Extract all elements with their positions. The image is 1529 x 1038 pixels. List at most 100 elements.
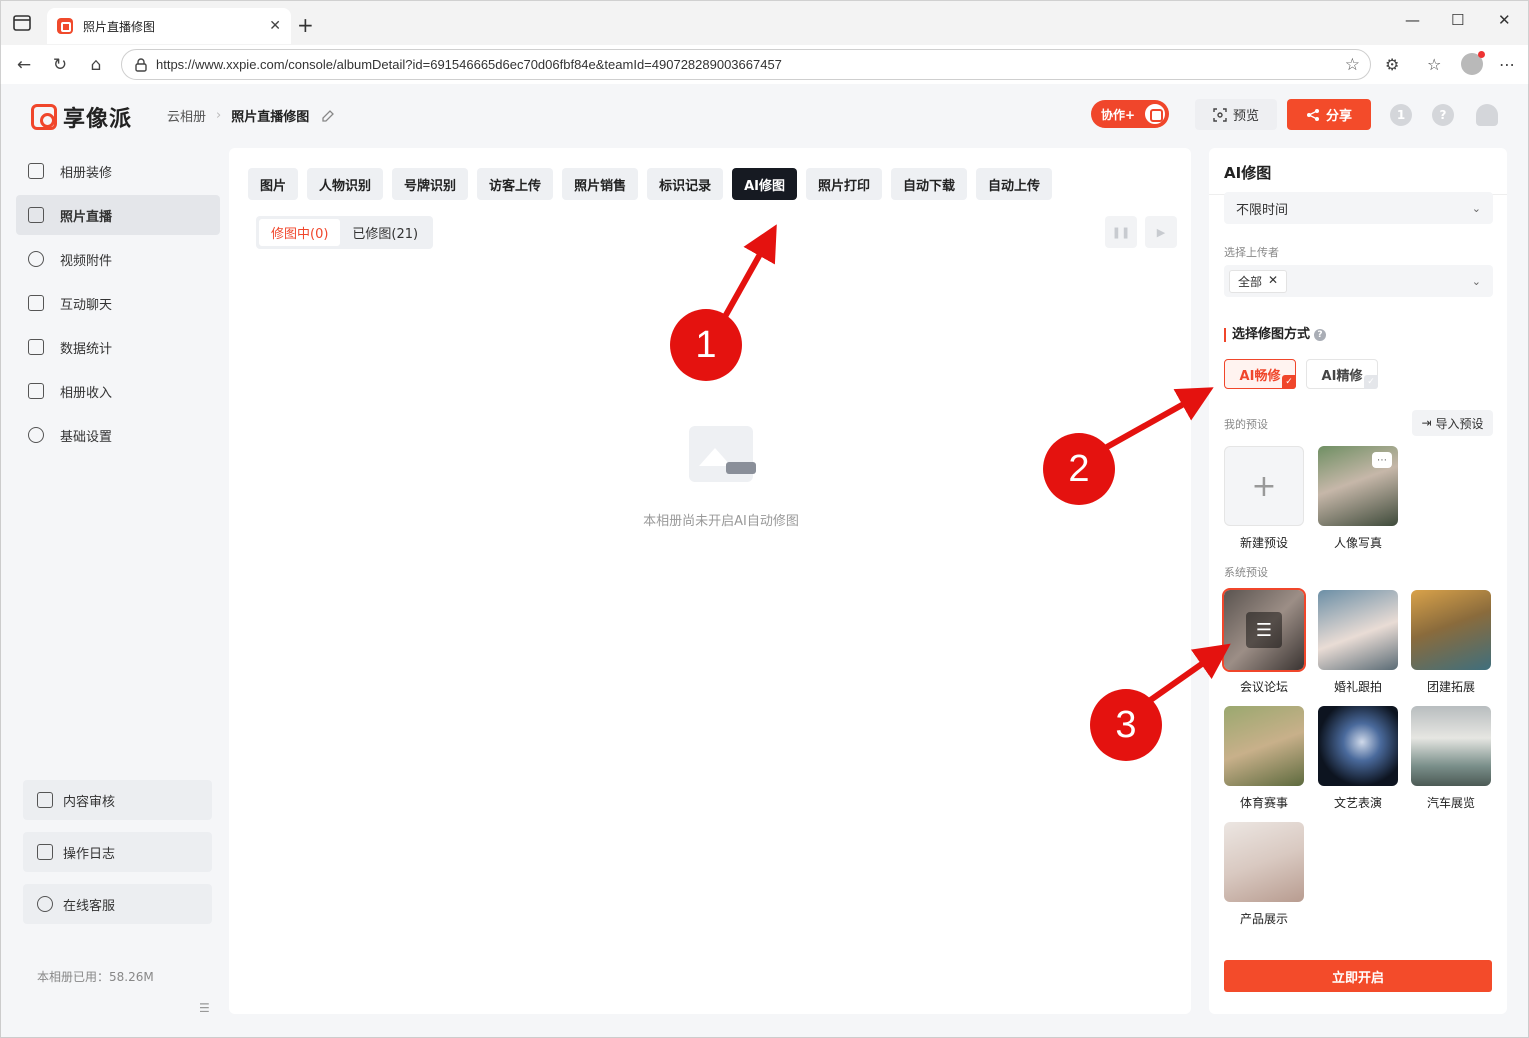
preview-button[interactable]: 预览 [1195, 99, 1277, 130]
collab-button[interactable]: 协作+ [1091, 100, 1169, 128]
mode-ai-fine-button[interactable]: AI精修 ✓ [1306, 359, 1378, 389]
notification-bell-icon[interactable] [1476, 104, 1498, 126]
app-root: 享像派 云相册 › 照片直播修图 协作+ 预览 分享 1 ? 相册装修 照片直播… [0, 84, 1529, 1038]
tab-photo-sales[interactable]: 照片销售 [562, 168, 639, 200]
retouch-mode-label: 选择修图方式 [1232, 327, 1311, 342]
tab-mark-records[interactable]: 标识记录 [647, 168, 724, 200]
adjust-sliders-icon[interactable]: ☰ [1246, 612, 1282, 648]
preset-name: 汽车展览 [1426, 796, 1475, 810]
chevron-down-icon: ⌄ [1471, 201, 1481, 215]
browser-chrome: 照片直播修图 ✕ + — ☐ ✕ ← ↻ ⌂ https://www.xxpie… [0, 0, 1529, 85]
more-options-icon[interactable]: ⋯ [1372, 452, 1392, 468]
sidebar-item-label: 互动聊天 [60, 297, 113, 313]
sidebar-item-statistics[interactable]: 数据统计 [16, 327, 220, 367]
image-icon [28, 207, 44, 223]
time-range-select[interactable]: 不限时间 ⌄ [1224, 192, 1493, 224]
collapse-sidebar-icon[interactable]: ☰ [199, 1001, 210, 1015]
browser-tab[interactable]: 照片直播修图 ✕ [47, 8, 291, 44]
play-icon[interactable]: ▶ [1145, 216, 1177, 248]
sidebar-item-album-decoration[interactable]: 相册装修 [16, 151, 220, 191]
operation-log-button[interactable]: 操作日志 [23, 832, 212, 872]
tab-auto-upload[interactable]: 自动上传 [976, 168, 1053, 200]
tab-images[interactable]: 图片 [248, 168, 299, 200]
paperclip-icon [28, 251, 44, 267]
tab-title: 照片直播修图 [83, 19, 156, 34]
collab-label: 协作+ [1101, 107, 1136, 122]
share-button[interactable]: 分享 [1287, 99, 1371, 130]
preset-team-building[interactable]: 团建拓展 [1411, 590, 1491, 695]
preset-wedding[interactable]: 婚礼跟拍 [1318, 590, 1398, 695]
preset-new[interactable]: + 新建预设 [1224, 446, 1304, 551]
profile-avatar[interactable] [1461, 51, 1485, 75]
preset-sports[interactable]: 体育赛事 [1224, 706, 1304, 811]
edit-icon[interactable] [321, 109, 335, 123]
preset-product[interactable]: 产品展示 [1224, 822, 1304, 927]
pause-icon[interactable]: ❚❚ [1105, 216, 1137, 248]
extensions-icon[interactable]: ⚙ [1385, 55, 1399, 74]
retouch-mode-heading: 选择修图方式 ? [1224, 327, 1327, 342]
tab-photo-print[interactable]: 照片打印 [806, 168, 883, 200]
check-icon: ✓ [1364, 375, 1378, 389]
mode-ai-fast-button[interactable]: AI畅修 ✓ [1224, 359, 1296, 389]
remove-chip-icon[interactable]: ✕ [1268, 273, 1278, 290]
tab-visitor-upload[interactable]: 访客上传 [477, 168, 554, 200]
uploader-chip-label: 全部 [1238, 274, 1263, 289]
favorite-star-icon[interactable]: ☆ [1345, 55, 1360, 75]
favorites-icon[interactable]: ☆ [1427, 55, 1441, 74]
more-menu-icon[interactable]: ⋯ [1499, 55, 1515, 74]
tab-auto-download[interactable]: 自动下载 [891, 168, 968, 200]
feature-tabs: 图片 人物识别 号牌识别 访客上传 照片销售 标识记录 AI修图 照片打印 自动… [248, 168, 1053, 200]
sidebar-item-photo-live[interactable]: 照片直播 [16, 195, 220, 235]
stamp-icon [37, 792, 53, 808]
close-tab-icon[interactable]: ✕ [269, 18, 281, 34]
start-now-button[interactable]: 立即开启 [1224, 960, 1492, 992]
sidebar-item-interactive-chat[interactable]: 互动聊天 [16, 283, 220, 323]
headset-icon [37, 896, 53, 912]
tab-bib-recognition[interactable]: 号牌识别 [392, 168, 469, 200]
subtab-retouching[interactable]: 修图中(0) [259, 219, 341, 246]
preset-car-show[interactable]: 汽车展览 [1411, 706, 1491, 811]
url-field[interactable]: https://www.xxpie.com/console/albumDetai… [121, 49, 1371, 80]
preset-performance[interactable]: 文艺表演 [1318, 706, 1398, 811]
breadcrumb-root[interactable]: 云相册 [167, 106, 206, 125]
uploader-select[interactable]: 全部 ✕ ⌄ [1224, 265, 1493, 297]
preset-name: 新建预设 [1239, 536, 1288, 550]
minimize-icon[interactable]: — [1405, 11, 1420, 29]
preset-thumbnail [1411, 706, 1491, 786]
home-icon[interactable]: ⌂ [85, 54, 107, 76]
help-icon[interactable]: ? [1432, 104, 1454, 126]
tab-ai-retouch[interactable]: AI修图 [732, 168, 797, 200]
sidebar: 相册装修 照片直播 视频附件 互动聊天 数据统计 相册收入 基础设置 内容审核 … [1, 146, 229, 1038]
breadcrumb: 云相册 › 照片直播修图 [167, 106, 335, 125]
log-icon [37, 844, 53, 860]
sidebar-item-video-attachments[interactable]: 视频附件 [16, 239, 220, 279]
user-level-icon[interactable]: 1 [1390, 104, 1412, 126]
maximize-icon[interactable]: ☐ [1451, 11, 1464, 29]
content-review-button[interactable]: 内容审核 [23, 780, 212, 820]
sidebar-item-basic-settings[interactable]: 基础设置 [16, 415, 220, 455]
preset-thumbnail [1224, 706, 1304, 786]
preset-conference[interactable]: ☰ 会议论坛 [1222, 588, 1306, 695]
subtab-retouched[interactable]: 已修图(21) [340, 219, 430, 246]
chevron-right-icon: › [216, 108, 222, 123]
tab-actions-icon[interactable] [13, 15, 31, 31]
plus-icon: + [1224, 446, 1304, 526]
uploader-chip[interactable]: 全部 ✕ [1229, 269, 1288, 293]
online-support-button[interactable]: 在线客服 [23, 884, 212, 924]
preset-portrait[interactable]: ⋯ 人像写真 [1318, 446, 1398, 551]
chat-icon [28, 295, 44, 311]
help-icon[interactable]: ? [1314, 329, 1327, 341]
ai-retouch-panel: AI修图 不限时间 ⌄ 选择上传者 全部 ✕ ⌄ 选择修图方式 ? AI畅修 ✓… [1209, 148, 1507, 1014]
preset-name: 文艺表演 [1333, 796, 1382, 810]
new-tab-icon[interactable]: + [297, 13, 314, 37]
preset-thumbnail [1411, 590, 1491, 670]
mode-ai-fast-label: AI畅修 [1239, 368, 1281, 384]
check-icon: ✓ [1282, 375, 1296, 389]
close-window-icon[interactable]: ✕ [1498, 11, 1511, 29]
sidebar-item-album-income[interactable]: 相册收入 [16, 371, 220, 411]
back-icon[interactable]: ← [13, 54, 35, 76]
refresh-icon[interactable]: ↻ [49, 54, 71, 76]
import-preset-button[interactable]: ⇥ 导入预设 [1412, 410, 1493, 436]
logo[interactable]: 享像派 [31, 101, 132, 133]
tab-face-recognition[interactable]: 人物识别 [307, 168, 384, 200]
